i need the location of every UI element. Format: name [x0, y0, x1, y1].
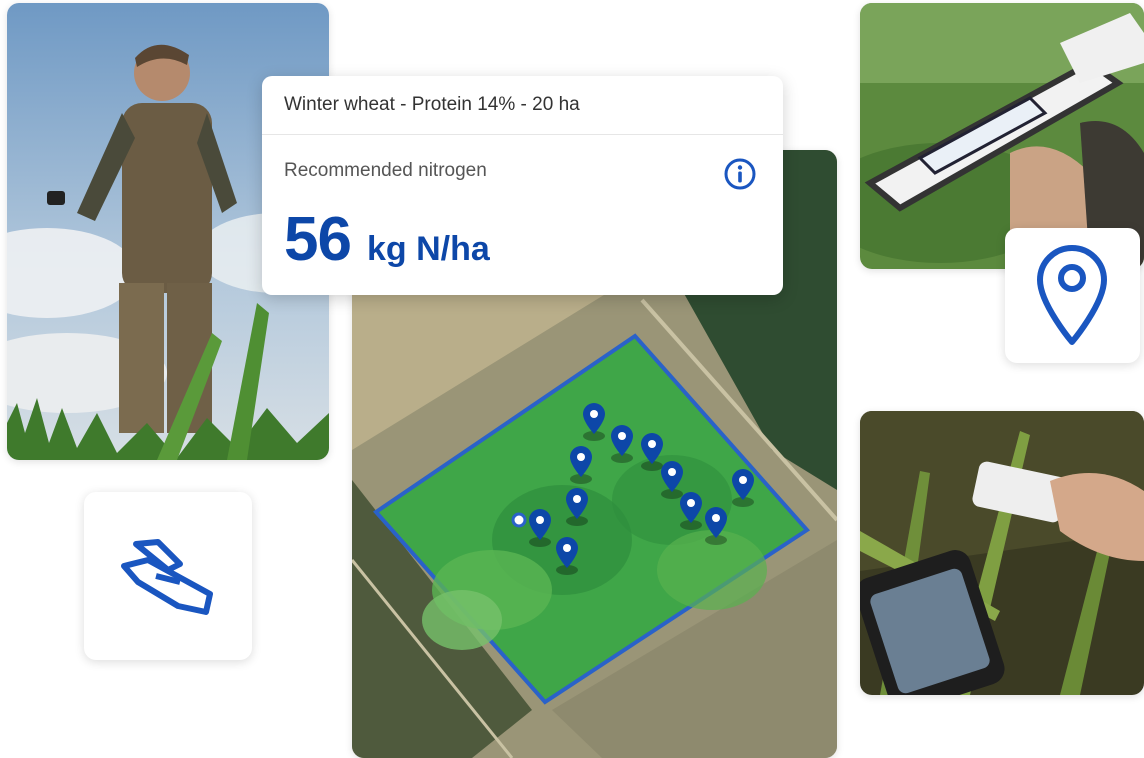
- handheld-sensor-icon: [118, 536, 218, 621]
- location-pin-icon: [1034, 242, 1110, 351]
- map-marker-icon[interactable]: [680, 492, 702, 530]
- info-icon[interactable]: [724, 158, 756, 190]
- map-marker-icon[interactable]: [732, 469, 754, 507]
- field-summary-header: Winter wheat - Protein 14% - 20 ha: [262, 76, 783, 135]
- map-marker-icon[interactable]: [529, 509, 551, 547]
- map-marker-icon[interactable]: [611, 425, 633, 463]
- recommendation-value-row: 56 kg N/ha: [284, 204, 490, 275]
- current-location-dot: [511, 512, 527, 528]
- nitrogen-recommendation-card: Winter wheat - Protein 14% - 20 ha Recom…: [262, 76, 783, 295]
- map-marker-icon[interactable]: [570, 446, 592, 484]
- map-marker-icon[interactable]: [661, 461, 683, 499]
- map-marker-icon[interactable]: [583, 403, 605, 441]
- map-marker-icon[interactable]: [566, 488, 588, 526]
- sensor-tile[interactable]: [84, 492, 252, 660]
- recommendation-label: Recommended nitrogen: [284, 160, 487, 181]
- recommendation-value: 56: [284, 205, 352, 274]
- map-marker-icon[interactable]: [641, 433, 663, 471]
- recommendation-unit: kg N/ha: [366, 230, 490, 268]
- map-marker-icon[interactable]: [556, 537, 578, 575]
- sensor-field-photo: [860, 411, 1144, 695]
- location-tile[interactable]: [1005, 228, 1140, 363]
- map-marker-icon[interactable]: [705, 507, 727, 545]
